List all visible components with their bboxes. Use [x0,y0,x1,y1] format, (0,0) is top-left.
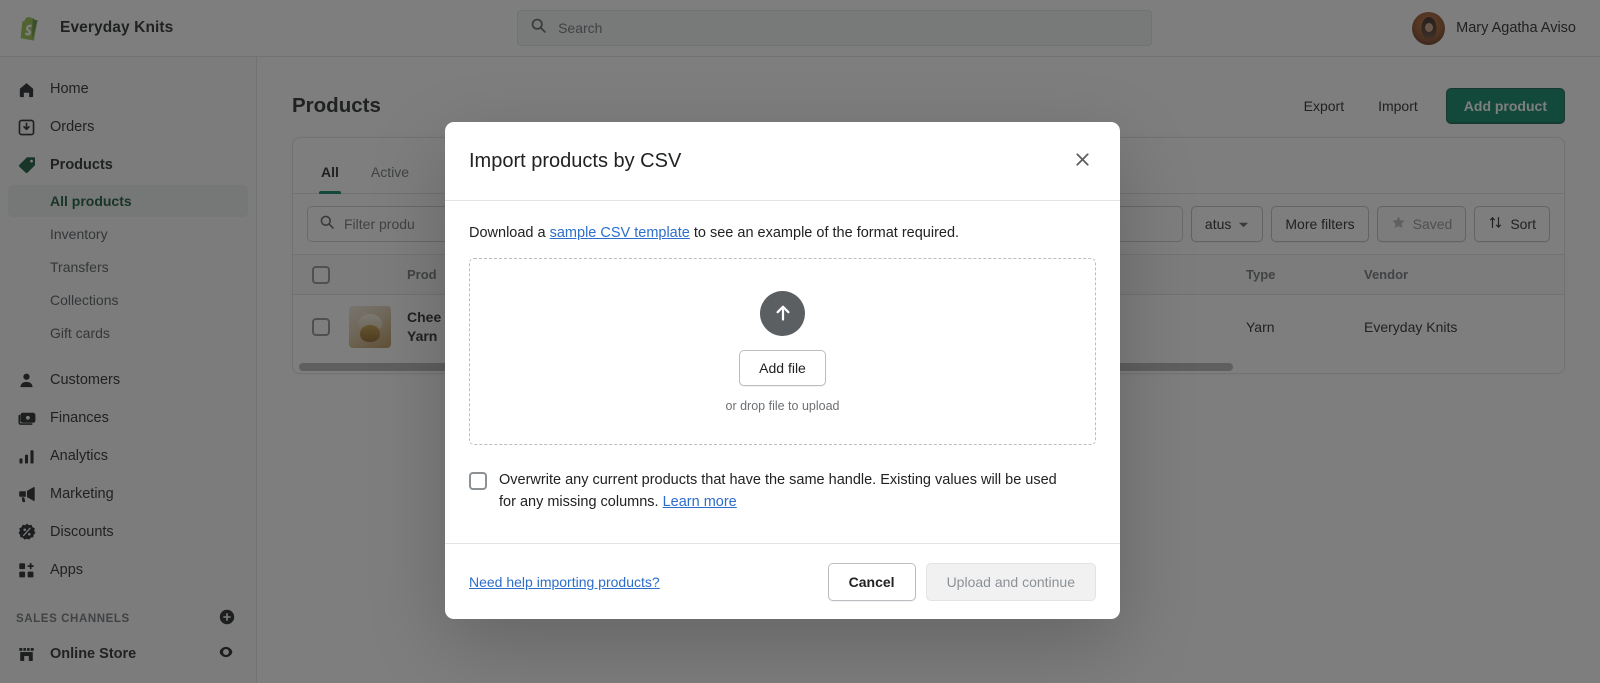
overwrite-checkbox[interactable] [469,472,487,490]
upload-and-continue-button[interactable]: Upload and continue [925,562,1096,601]
import-csv-modal: Import products by CSV Download a sample… [445,122,1120,619]
overwrite-option-row: Overwrite any current products that have… [469,470,1096,514]
modal-footer-buttons: Cancel Upload and continue [827,562,1096,601]
overwrite-description: Overwrite any current products that have… [499,472,1057,510]
drop-file-hint: or drop file to upload [725,398,840,413]
learn-more-link[interactable]: Learn more [663,494,737,510]
modal-header: Import products by CSV [445,122,1120,201]
overwrite-label: Overwrite any current products that have… [499,470,1071,514]
cancel-button[interactable]: Cancel [827,562,916,601]
add-file-button[interactable]: Add file [739,349,826,386]
close-icon [1073,150,1092,172]
hint-text-before: Download a [469,225,550,241]
modal-footer: Need help importing products? Cancel Upl… [445,543,1120,619]
modal-body: Download a sample CSV template to see an… [445,201,1120,543]
close-button[interactable] [1068,147,1096,175]
upload-arrow-icon [760,290,805,336]
help-importing-link[interactable]: Need help importing products? [469,574,660,590]
file-dropzone[interactable]: Add file or drop file to upload [469,258,1096,445]
hint-text-after: to see an example of the format required… [689,225,960,241]
shopify-admin-app: Everyday Knits Search Mary Agatha Aviso [0,0,1600,683]
modal-title: Import products by CSV [469,149,682,172]
sample-template-hint: Download a sample CSV template to see an… [469,225,1096,241]
sample-csv-template-link[interactable]: sample CSV template [550,225,690,241]
